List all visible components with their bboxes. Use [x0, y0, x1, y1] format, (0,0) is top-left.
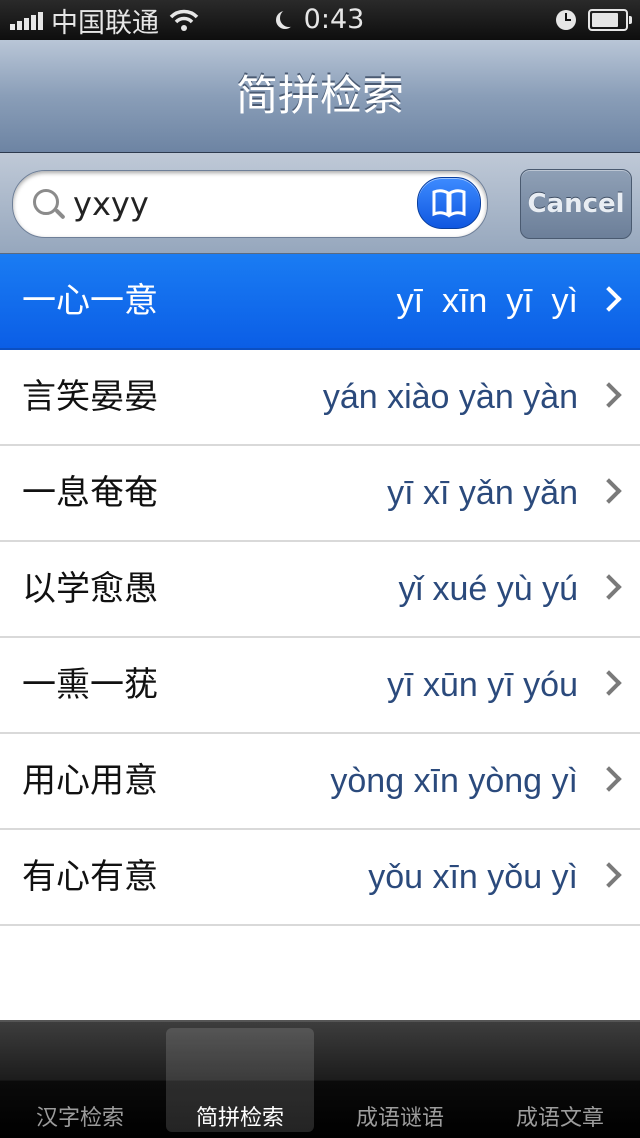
result-row[interactable]: 用心用意 yòng xīn yòng yì [0, 734, 640, 830]
tab-label: 简拼检索 [195, 1106, 284, 1131]
tab-jianpin-search[interactable]: 简拼检索 [160, 1022, 320, 1138]
navigation-bar: 简拼检索 [0, 40, 640, 153]
status-bar: 中国联通 0:43 [0, 0, 640, 40]
chevron-right-icon [596, 862, 622, 888]
carrier-name: 中国联通 [51, 7, 159, 39]
search-field[interactable] [12, 170, 488, 238]
magnifier-icon [33, 189, 59, 215]
tab-idiom-riddles[interactable]: 成语谜语 [320, 1022, 480, 1138]
result-row[interactable]: 一熏一莸 yī xūn yī yóu [0, 638, 640, 734]
signal-strength-icon [10, 10, 45, 30]
tab-idiom-articles[interactable]: 成语文章 [480, 1022, 640, 1138]
pinyin-text: yǒu xīn yǒu yì [368, 858, 578, 896]
tab-label: 成语文章 [515, 1106, 604, 1131]
pinyin-text: yī xūn yī yóu [387, 666, 578, 704]
book-button[interactable] [417, 177, 481, 229]
chevron-right-icon [596, 382, 622, 408]
result-row[interactable]: 有心有意 yǒu xīn yǒu yì [0, 830, 640, 926]
chevron-right-icon [596, 574, 622, 600]
alarm-clock-icon [556, 10, 576, 30]
page-title: 简拼检索 [235, 71, 404, 120]
search-bar: Cancel [0, 153, 640, 254]
result-row[interactable]: 一心一意 yī xīn yī yì [0, 254, 640, 350]
battery-icon [588, 9, 632, 31]
idiom-text: 一心一意 [22, 281, 158, 321]
status-time: 0:43 [303, 4, 365, 35]
result-row[interactable]: 以学愈愚 yǐ xué yù yú [0, 542, 640, 638]
pinyin-text: yī xī yǎn yǎn [387, 474, 578, 512]
book-icon [432, 189, 466, 218]
idiom-text: 一熏一莸 [22, 665, 158, 705]
search-input[interactable] [71, 183, 405, 225]
tab-label: 汉字检索 [35, 1106, 124, 1131]
idiom-text: 言笑晏晏 [22, 377, 158, 417]
idiom-text: 有心有意 [22, 857, 158, 897]
tab-label: 成语谜语 [355, 1106, 444, 1131]
chevron-right-icon [596, 478, 622, 504]
tab-bar: 汉字检索 简拼检索 成语谜语 成语文章 [0, 1020, 640, 1138]
idiom-text: 用心用意 [22, 761, 158, 801]
result-row[interactable]: 一息奄奄 yī xī yǎn yǎn [0, 446, 640, 542]
result-row[interactable]: 言笑晏晏 yán xiào yàn yàn [0, 350, 640, 446]
idiom-text: 以学愈愚 [22, 569, 158, 609]
chevron-right-icon [596, 766, 622, 792]
chevron-right-icon [596, 286, 622, 312]
cancel-button[interactable]: Cancel [520, 169, 632, 239]
idiom-text: 一息奄奄 [22, 473, 158, 513]
pinyin-text: yòng xīn yòng yì [330, 762, 578, 800]
wifi-icon [169, 9, 199, 31]
do-not-disturb-moon-icon [280, 9, 298, 27]
status-left: 中国联通 [10, 0, 199, 40]
pinyin-text: yī xīn yī yì [396, 282, 578, 320]
tab-hanzi-search[interactable]: 汉字检索 [0, 1022, 160, 1138]
pinyin-text: yǐ xué yù yú [398, 570, 578, 608]
result-list: 一心一意 yī xīn yī yì 言笑晏晏 yán xiào yàn yàn … [0, 254, 640, 926]
chevron-right-icon [596, 670, 622, 696]
status-right [556, 0, 632, 40]
pinyin-text: yán xiào yàn yàn [322, 378, 578, 416]
